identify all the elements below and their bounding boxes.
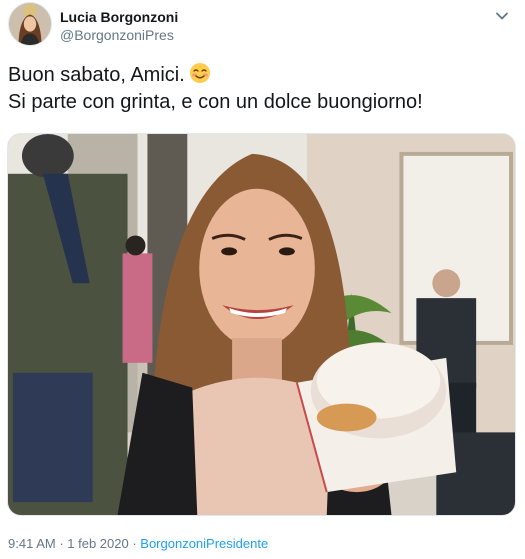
tweet-text: Buon sabato, Amici. Si parte con grinta,… <box>8 62 513 116</box>
tweet-time[interactable]: 9:41 AM <box>8 536 56 551</box>
tweet-text-line-1: Buon sabato, Amici. <box>8 62 513 89</box>
chevron-down-icon[interactable] <box>492 6 512 26</box>
blushing-smile-emoji-icon <box>189 62 211 84</box>
tweet-text-line-2: Si parte con grinta, e con un dolce buon… <box>8 91 423 113</box>
tweet-source-link[interactable]: BorgonzoniPresidente <box>140 536 268 551</box>
author-name[interactable]: Lucia Borgonzoni <box>60 9 178 25</box>
avatar[interactable] <box>8 2 52 46</box>
tweet-date[interactable]: 1 feb 2020 <box>67 536 128 551</box>
tweet-text-greeting: Buon sabato, Amici. <box>8 64 185 86</box>
tweet-footer: 9:41 AM · 1 feb 2020 · BorgonzoniPreside… <box>8 536 268 551</box>
author-handle[interactable]: @BorgonzoniPres <box>60 27 174 43</box>
photo-image <box>8 134 515 515</box>
tweet-photo[interactable] <box>7 133 516 516</box>
footer-separator: · <box>55 536 68 551</box>
footer-separator: · <box>128 536 141 551</box>
tweet-header: Lucia Borgonzoni @BorgonzoniPres <box>8 2 518 50</box>
avatar-image <box>9 3 51 45</box>
tweet-card: Lucia Borgonzoni @BorgonzoniPres Buon sa… <box>0 0 525 559</box>
